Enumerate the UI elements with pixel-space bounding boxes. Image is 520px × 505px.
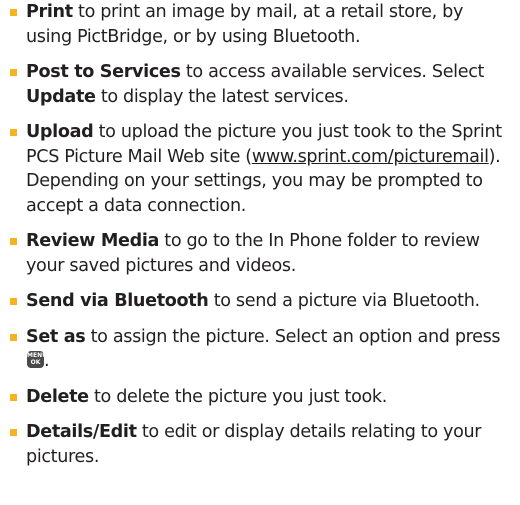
description-print: to print an image by mail, at a retail s… <box>26 2 464 47</box>
list-item-set-as: Set as to assign the picture. Select an … <box>0 325 520 374</box>
description-delete: to delete the picture you just took. <box>88 386 387 407</box>
term-set-as: Set as <box>26 326 86 347</box>
description-send-via-bluetooth: to send a picture via Bluetooth. <box>208 291 480 311</box>
list-item-send-via-bluetooth: Send via Bluetooth to send a picture via… <box>0 289 520 314</box>
term-update: Update <box>26 86 96 107</box>
bullet-icon <box>10 429 17 436</box>
description-update: to display the latest services. <box>95 86 349 107</box>
bullet-icon <box>10 333 17 341</box>
description-post-to-services: to access available services. Select <box>180 62 485 82</box>
term-upload: Upload <box>26 122 94 142</box>
term-delete: Delete <box>26 386 89 407</box>
bullet-icon <box>10 238 17 245</box>
bullet-icon <box>10 298 17 305</box>
bullet-icon <box>10 393 17 401</box>
list-item-print: Print to print an image by mail, at a re… <box>0 0 520 49</box>
term-send-via-bluetooth: Send via Bluetooth <box>26 291 209 311</box>
menu-ok-key-icon: MENU OK <box>27 351 47 368</box>
menu-ok-key-top-label: MENU <box>27 352 47 359</box>
list-item-details-edit: Details/Edit to edit or display details … <box>0 420 520 469</box>
list-item-post-to-services: Post to Services to access available ser… <box>0 60 520 109</box>
term-details-edit: Details/Edit <box>26 422 137 442</box>
term-post-to-services: Post to Services <box>26 62 181 82</box>
term-print: Print <box>26 2 73 22</box>
option-list: Print to print an image by mail, at a re… <box>0 0 520 469</box>
list-item-upload: Upload to upload the picture you just to… <box>0 120 520 218</box>
bullet-icon <box>10 129 17 136</box>
bullet-icon <box>10 9 17 16</box>
bullet-icon <box>10 69 17 76</box>
term-review-media: Review Media <box>26 231 160 251</box>
menu-ok-key-bottom-label: OK <box>30 359 41 366</box>
list-item-delete: Delete to delete the picture you just to… <box>0 385 520 410</box>
description-set-as: to assign the picture. Select an option … <box>85 326 501 347</box>
list-item-review-media: Review Media to go to the In Phone folde… <box>0 229 520 278</box>
picture-mail-link[interactable]: www.sprint.com/picturemail <box>252 147 489 167</box>
